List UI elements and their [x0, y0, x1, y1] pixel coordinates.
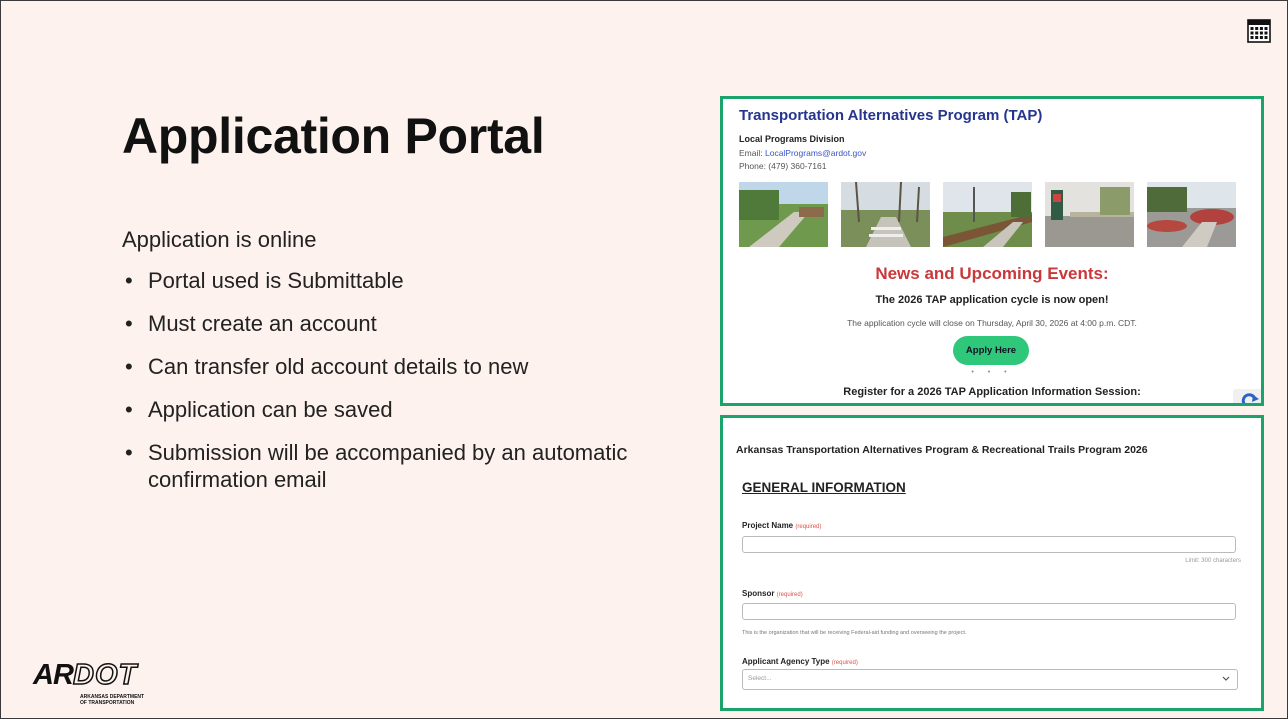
photo-strip — [739, 182, 1259, 250]
bullet-text: Application can be saved — [148, 397, 393, 422]
slide: Application Portal Application is online… — [0, 0, 1288, 719]
field-label-text: Project Name — [742, 521, 794, 530]
project-name-input[interactable] — [742, 536, 1236, 553]
logo-mark-ar: AR — [33, 659, 74, 691]
sponsor-label: Sponsor (required) — [742, 589, 803, 598]
required-tag: (required) — [795, 524, 822, 530]
bullet-text: Portal used is Submittable — [148, 268, 404, 293]
apply-here-button[interactable]: Apply Here — [953, 336, 1029, 365]
bullet-dot: • — [125, 354, 133, 379]
logo-subtitle: ARKANSAS DEPARTMENT OF TRANSPORTATION — [80, 694, 160, 706]
required-tag: (required) — [831, 660, 858, 666]
news-heading: News and Upcoming Events: — [875, 264, 1109, 283]
submittable-form-screenshot: Arkansas Transportation Alternatives Pro… — [720, 415, 1264, 711]
division-label: Local Programs Division — [739, 134, 845, 144]
chevron-down-icon — [1222, 676, 1230, 681]
sponsor-input[interactable] — [742, 603, 1236, 620]
bullet-dot: • — [125, 397, 133, 422]
trail-photo-5 — [1147, 182, 1236, 247]
tap-page-title: Transportation Alternatives Program (TAP… — [739, 107, 1043, 124]
form-title: Arkansas Transportation Alternatives Pro… — [736, 444, 1148, 456]
bullet-list: • Portal used is Submittable • Must create… — [122, 267, 682, 509]
bullet-text: Can transfer old account details to new — [148, 354, 529, 379]
bullet-item: • Submission will be accompanied by an au… — [122, 439, 682, 493]
section-heading: GENERAL INFORMATION — [742, 480, 906, 495]
field-label-text: Applicant Agency Type — [742, 657, 830, 666]
slide-title: Application Portal — [122, 108, 545, 164]
trail-photo-2 — [841, 182, 930, 247]
intro-text: Application is online — [122, 227, 317, 252]
bullet-dot: • — [125, 268, 133, 293]
tap-page-screenshot: Transportation Alternatives Program (TAP… — [720, 96, 1264, 406]
ardot-logo: AR DOT ARKANSAS DEPARTMENT OF TRANSPORTA… — [33, 658, 161, 711]
trail-photo-1 — [739, 182, 828, 247]
bullet-item: • Can transfer old account details to new — [122, 353, 682, 380]
email-link[interactable]: LocalPrograms@ardot.gov — [765, 148, 866, 158]
bullet-text: Submission will be accompanied by an aut… — [148, 440, 628, 492]
phone-line: Phone: (479) 360-7161 — [739, 161, 827, 171]
bullet-item: • Must create an account — [122, 310, 682, 337]
bullet-item: • Application can be saved — [122, 396, 682, 423]
logo-mark-dot: DOT — [72, 658, 138, 692]
email-label: Email: — [739, 148, 765, 158]
sponsor-help-text: This is the organization that will be re… — [742, 630, 967, 636]
select-placeholder: Select... — [748, 675, 772, 682]
agency-type-label: Applicant Agency Type (required) — [742, 657, 858, 666]
email-line: Email: LocalPrograms@ardot.gov — [739, 148, 866, 158]
agency-type-select[interactable]: Select... — [742, 669, 1238, 690]
calendar-icon — [1247, 19, 1271, 43]
trail-photo-4 — [1045, 182, 1134, 247]
register-session-text: Register for a 2026 TAP Application Info… — [843, 386, 1141, 398]
logo-subtitle-line: OF TRANSPORTATION — [80, 700, 135, 706]
required-tag: (required) — [776, 592, 803, 598]
cycle-close-notice: The application cycle will close on Thur… — [847, 318, 1137, 328]
separator-dots: • • • — [971, 369, 1013, 376]
bullet-item: • Portal used is Submittable — [122, 267, 682, 294]
character-limit-hint: Limit: 300 characters — [1185, 558, 1241, 564]
recaptcha-icon[interactable] — [1233, 389, 1263, 406]
bullet-text: Must create an account — [148, 311, 377, 336]
cycle-open-notice: The 2026 TAP application cycle is now op… — [875, 294, 1109, 306]
project-name-label: Project Name (required) — [742, 521, 821, 530]
field-label-text: Sponsor — [742, 589, 775, 598]
trail-photo-3 — [943, 182, 1032, 247]
bullet-dot: • — [125, 311, 133, 336]
bullet-dot: • — [125, 440, 133, 465]
